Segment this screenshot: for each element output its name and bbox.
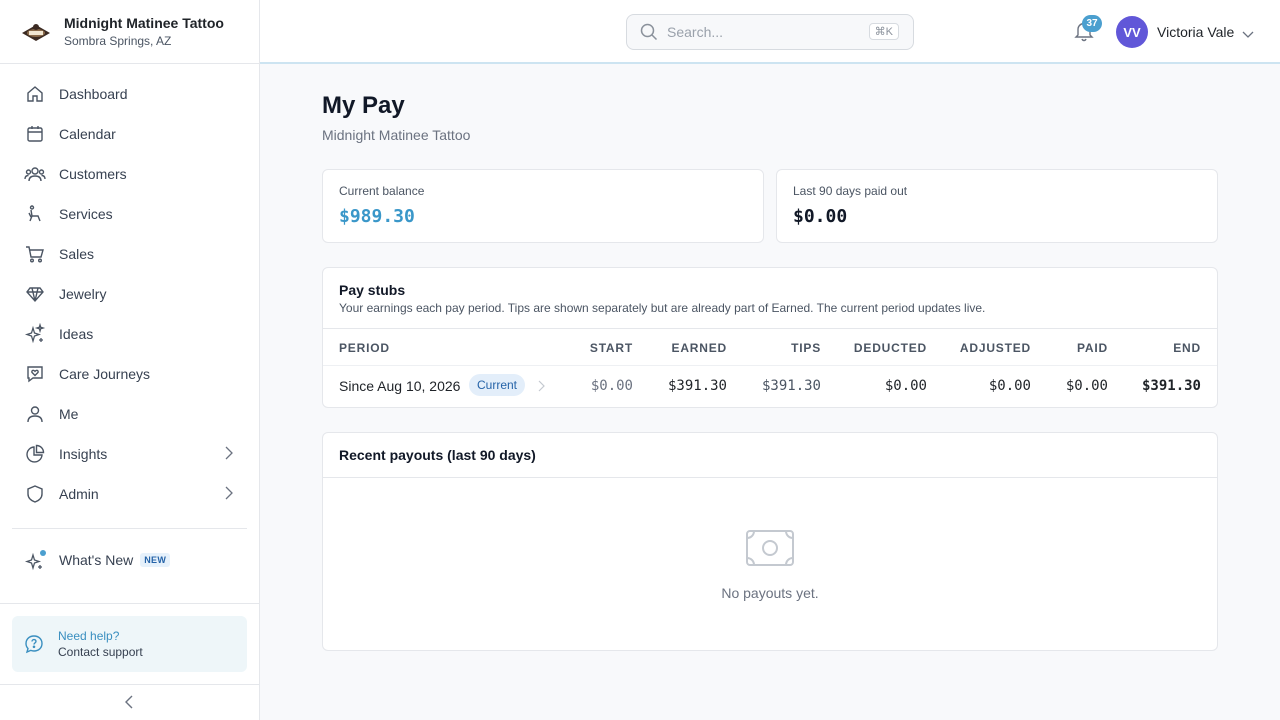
new-badge: NEW	[140, 553, 171, 567]
search-shortcut: ⌘K	[868, 23, 899, 40]
recent-payouts-title: Recent payouts (last 90 days)	[339, 447, 536, 463]
column-header: EARNED	[671, 341, 727, 355]
cart-icon	[24, 243, 46, 265]
sidebar-item-jewelry[interactable]: Jewelry	[12, 274, 247, 314]
brand-location: Sombra Springs, AZ	[64, 34, 172, 48]
user-name[interactable]: Victoria Vale	[1157, 24, 1234, 40]
sparkles-icon	[24, 549, 46, 571]
sidebar-item-customers[interactable]: Customers	[12, 154, 247, 194]
column-header: DEDUCTED	[853, 341, 927, 355]
whats-new-link[interactable]: What's New NEW	[12, 540, 247, 580]
person-icon	[24, 403, 46, 425]
brand-name: Midnight Matinee Tattoo	[64, 15, 224, 31]
adjusted-cell: $0.00	[988, 378, 1031, 394]
sidebar-item-label: Calendar	[59, 126, 116, 142]
search-input[interactable]: Search... ⌘K	[626, 14, 914, 50]
column-header: PERIOD	[339, 341, 390, 355]
deducted-cell: $0.00	[884, 378, 927, 394]
start-cell: $0.00	[590, 378, 633, 394]
column-header: PAID	[1077, 341, 1108, 355]
recent-payouts-card: Recent payouts (last 90 days) No payouts…	[322, 432, 1218, 651]
chevron-right-icon	[538, 379, 545, 397]
chevron-left-icon	[125, 695, 133, 709]
column-header: ADJUSTED	[959, 341, 1031, 355]
whats-new-label: What's New	[59, 552, 134, 568]
chevron-right-icon	[225, 486, 233, 503]
column-header: START	[589, 341, 633, 355]
tips-cell: $391.30	[761, 378, 821, 394]
paid-out-label: Last 90 days paid out	[793, 184, 908, 198]
search-icon	[640, 23, 658, 41]
help-title: Need help?	[58, 629, 120, 643]
table-header: PERIOD START EARNED TIPS DEDUCTED ADJUST…	[323, 328, 1217, 366]
sidebar-item-dashboard[interactable]: Dashboard	[12, 74, 247, 114]
heart-chat-icon	[24, 363, 46, 385]
sidebar-item-label: Jewelry	[59, 286, 107, 302]
home-icon	[24, 83, 46, 105]
earned-cell: $391.30	[667, 378, 727, 394]
page-subtitle: Midnight Matinee Tattoo	[322, 127, 471, 143]
sidebar-item-label: Dashboard	[59, 86, 128, 102]
help-card[interactable]: Need help? Contact support	[12, 616, 247, 672]
sidebar-item-label: Me	[59, 406, 79, 422]
sidebar-item-care-journeys[interactable]: Care Journeys	[12, 354, 247, 394]
current-balance-label: Current balance	[339, 184, 425, 198]
table-row[interactable]: Since Aug 10, 2026 Current $0.00 $391.30…	[323, 366, 1217, 406]
sidebar-collapse-divider	[0, 684, 259, 685]
period-cell: Since Aug 10, 2026	[339, 378, 461, 394]
pay-stubs-description: Your earnings each pay period. Tips are …	[339, 301, 986, 315]
users-icon	[24, 163, 46, 185]
sidebar-item-label: Insights	[59, 446, 108, 462]
page-title: My Pay	[322, 92, 405, 119]
sparkles-icon	[24, 323, 46, 345]
chevron-right-icon	[225, 446, 233, 463]
column-header: END	[1173, 341, 1201, 355]
sidebar-item-me[interactable]: Me	[12, 394, 247, 434]
sidebar: Midnight Matinee Tattoo Sombra Springs, …	[0, 0, 260, 720]
current-balance-card: Current balance $989.30	[322, 169, 764, 243]
pay-stubs-title: Pay stubs	[339, 282, 406, 298]
shield-icon	[24, 483, 46, 505]
empty-state-text: No payouts yet.	[721, 585, 819, 601]
collapse-sidebar-button[interactable]	[120, 692, 138, 712]
help-icon	[24, 634, 44, 654]
gem-icon	[24, 283, 46, 305]
notifications-badge: 37	[1082, 15, 1102, 32]
topbar: Search... ⌘K 37 VV Victoria Vale	[260, 0, 1280, 64]
sidebar-bottom-divider	[0, 603, 259, 604]
sidebar-item-label: Services	[59, 206, 113, 222]
sidebar-item-label: Customers	[59, 166, 127, 182]
column-header: TIPS	[791, 341, 821, 355]
paid-out-value: $0.00	[793, 206, 848, 227]
pie-chart-icon	[24, 443, 46, 465]
sidebar-item-sales[interactable]: Sales	[12, 234, 247, 274]
sidebar-item-label: Admin	[59, 486, 99, 502]
chair-icon	[24, 203, 46, 225]
avatar[interactable]: VV	[1116, 16, 1148, 48]
sidebar-item-label: Ideas	[59, 326, 94, 342]
sidebar-item-insights[interactable]: Insights	[12, 434, 247, 474]
current-balance-value: $989.30	[339, 206, 415, 227]
sidebar-divider	[12, 528, 247, 529]
help-subtitle: Contact support	[58, 645, 143, 659]
sidebar-item-label: Care Journeys	[59, 366, 151, 382]
sidebar-item-ideas[interactable]: Ideas	[12, 314, 247, 354]
search-placeholder: Search...	[667, 24, 724, 40]
chevron-down-icon[interactable]	[1242, 26, 1254, 44]
pay-stubs-card: Pay stubs Your earnings each pay period.…	[322, 267, 1218, 408]
paid-cell: $0.00	[1065, 378, 1108, 394]
end-cell: $391.30	[1141, 378, 1201, 394]
brand-logo	[20, 16, 52, 48]
calendar-icon	[24, 123, 46, 145]
paid-out-card: Last 90 days paid out $0.00	[776, 169, 1218, 243]
banknote-icon	[745, 529, 795, 572]
sidebar-nav: Dashboard Calendar Customers Services Sa…	[12, 74, 247, 514]
sidebar-item-admin[interactable]: Admin	[12, 474, 247, 514]
current-badge: Current	[469, 374, 526, 396]
sidebar-item-services[interactable]: Services	[12, 194, 247, 234]
sidebar-item-calendar[interactable]: Calendar	[12, 114, 247, 154]
card-divider	[323, 477, 1217, 478]
brand-header[interactable]: Midnight Matinee Tattoo Sombra Springs, …	[0, 0, 259, 64]
sidebar-item-label: Sales	[59, 246, 95, 262]
